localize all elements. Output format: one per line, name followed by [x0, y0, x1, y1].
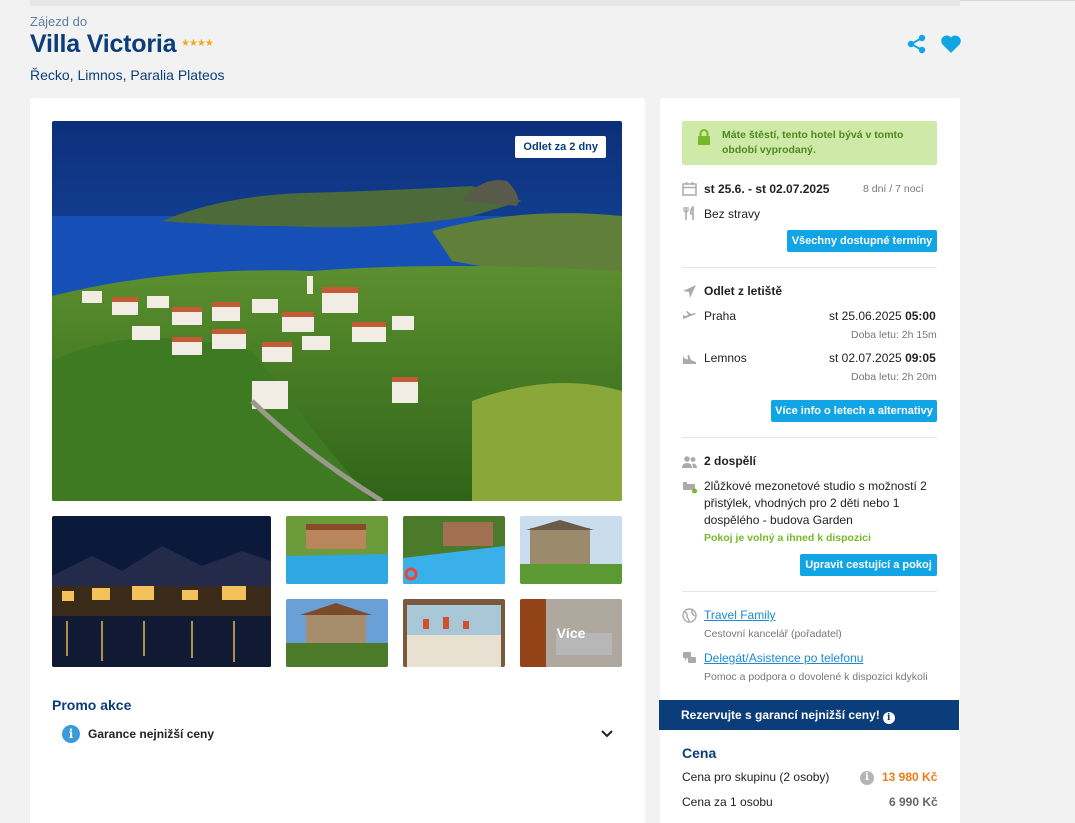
info-icon: i: [62, 725, 80, 743]
plane-takeoff-icon: [683, 311, 696, 319]
bed-available-icon: [683, 482, 697, 494]
star-rating: ★★★★: [181, 38, 214, 49]
flights-title: Odlet z letiště: [704, 284, 783, 298]
people-icon: [682, 456, 697, 468]
board-type: Bez stravy: [704, 207, 761, 221]
more-photos-label[interactable]: Více: [520, 599, 622, 667]
chevron-down-icon[interactable]: [600, 727, 614, 741]
plane-landing-icon: [683, 355, 696, 364]
share-icon[interactable]: [907, 34, 927, 54]
person-price-label: Cena za 1 osobu: [682, 795, 773, 809]
group-price-label: Cena pro skupinu (2 osoby): [682, 770, 830, 784]
section-divider: [682, 437, 937, 438]
guarantee-text: Rezervujte s garancí nejnižší ceny!: [681, 708, 880, 722]
page-header: Zájezd do Villa Victoria ★★★★ Řecko, Lim…: [30, 14, 962, 86]
delegate-note: Pomoc a podpora o dovolené k dispozici k…: [704, 671, 928, 683]
top-strip: [30, 0, 960, 6]
price-title: Cena: [682, 745, 717, 761]
cutlery-icon: [683, 206, 694, 220]
travellers: 2 dospělí: [704, 454, 757, 468]
room-description: 2lůžkové mezonetové studio s možností 2 …: [704, 479, 927, 527]
info-icon[interactable]: i: [882, 712, 895, 724]
outbound-city: Praha: [704, 309, 737, 323]
thumbnail-house-1[interactable]: [520, 516, 622, 584]
all-dates-button[interactable]: Všechny dostupné termíny: [787, 230, 937, 252]
section-divider: [682, 267, 937, 268]
room-availability: Pokoj je volný a ihned k dispozici: [704, 532, 871, 544]
main-photo[interactable]: Odlet za 2 dny: [52, 121, 622, 501]
group-price-value: 13 980 Kč: [882, 770, 938, 784]
page-subtitle: Zájezd do: [30, 14, 88, 29]
section-divider: [682, 591, 937, 592]
departure-badge: Odlet za 2 dny: [515, 136, 606, 158]
heart-icon[interactable]: [940, 34, 962, 54]
return-datetime: st 02.07.2025 09:05: [829, 351, 936, 365]
hotel-location[interactable]: Řecko, Limnos, Paralia Plateos: [30, 67, 225, 83]
promo-title: Promo akce: [52, 697, 132, 713]
delegate-link[interactable]: Delegát/Asistence po telefonu: [704, 651, 863, 665]
thumbnail-room[interactable]: Více: [520, 599, 622, 667]
outbound-datetime: st 25.06.2025 05:00: [829, 309, 936, 323]
info-icon[interactable]: i: [860, 771, 874, 785]
outbound-duration: Doba letu: 2h 15m: [851, 329, 937, 341]
promo-item-lowest-price[interactable]: i Garance nejnižší ceny: [62, 725, 614, 745]
availability-alert: Máte štěstí, tento hotel bývá v tomto ob…: [682, 121, 937, 165]
trip-length: 8 dní / 7 nocí: [863, 183, 924, 195]
thumbnail-pool-2[interactable]: [403, 516, 505, 584]
agency-role: Cestovní kancelář (pořadatel): [704, 628, 842, 640]
return-city: Lemnos: [704, 351, 747, 365]
lock-icon: [698, 129, 710, 145]
alert-text: Máte štěstí, tento hotel bývá v tomto ob…: [722, 129, 904, 156]
main-photo-image: [52, 121, 622, 501]
agency-link[interactable]: Travel Family: [704, 608, 776, 622]
gallery-card: Odlet za 2 dny Více Promo akce i Garance…: [30, 98, 645, 823]
navigation-arrow-icon: [683, 285, 696, 298]
globe-icon: [682, 608, 697, 623]
flight-info-button[interactable]: Více info o letech a alternativy: [771, 400, 937, 422]
calendar-icon: [682, 182, 697, 196]
thumbnail-harbor-night[interactable]: [52, 516, 271, 667]
promo-item-label: Garance nejnižší ceny: [88, 727, 215, 741]
support-chat-icon: [683, 652, 696, 663]
lowest-price-guarantee-banner[interactable]: Rezervujte s garancí nejnižší ceny! i: [659, 700, 959, 730]
date-range: st 25.6. - st 02.07.2025: [704, 182, 830, 196]
thumbnail-pool-1[interactable]: [286, 516, 388, 584]
thumbnail-bar[interactable]: [403, 599, 505, 667]
return-duration: Doba letu: 2h 20m: [851, 371, 937, 383]
thumbnail-house-2[interactable]: [286, 599, 388, 667]
person-price-value: 6 990 Kč: [889, 795, 938, 809]
hotel-title: Villa Victoria: [30, 30, 177, 58]
edit-travellers-button[interactable]: Upravit cestující a pokoj: [800, 554, 937, 576]
top-divider: [960, 0, 1075, 1]
